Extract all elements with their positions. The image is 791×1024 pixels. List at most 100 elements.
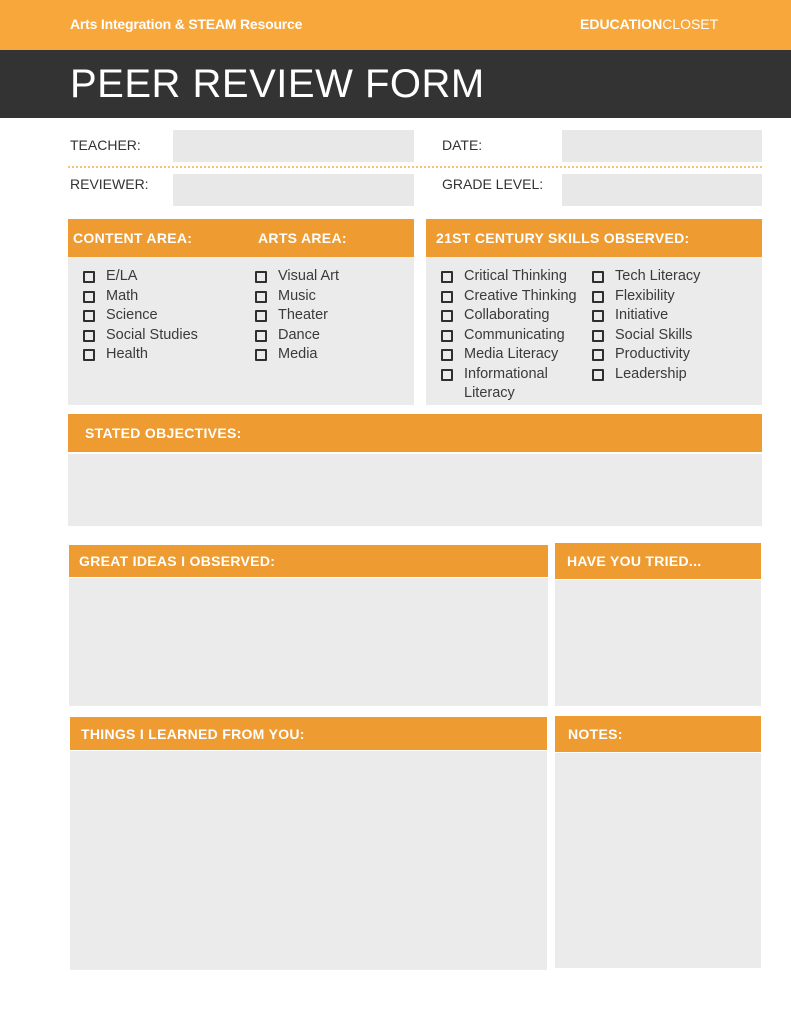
checkbox-label: Leadership — [615, 365, 687, 382]
checkbox-label: Creative Thinking — [464, 287, 577, 304]
checkbox-item[interactable]: Leadership — [592, 365, 700, 385]
checkbox-icon[interactable] — [441, 310, 453, 322]
dotted-divider — [68, 166, 762, 168]
checkbox-icon[interactable] — [255, 290, 267, 303]
arts-area-heading: ARTS AREA: — [258, 230, 347, 246]
checkbox-icon[interactable] — [592, 329, 604, 342]
checkbox-item[interactable]: Dance — [255, 326, 339, 346]
checkbox-icon[interactable] — [83, 310, 95, 322]
checkbox-label: Science — [106, 307, 158, 323]
checkbox-label: Visual Art — [278, 268, 339, 284]
great-ideas-heading: GREAT IDEAS I OBSERVED: — [79, 553, 276, 569]
checkbox-icon[interactable] — [83, 329, 95, 342]
things-learned-heading: THINGS I LEARNED FROM YOU: — [81, 725, 305, 742]
checkbox-label: Health — [106, 346, 148, 362]
checkbox-item[interactable]: Health — [83, 345, 198, 365]
stated-objectives-field[interactable] — [68, 454, 762, 526]
content-area-list: E/LA Math Science Social Studies Health — [83, 267, 198, 365]
checkbox-icon[interactable] — [441, 349, 453, 361]
teacher-label: TEACHER: — [70, 137, 141, 153]
checkbox-icon[interactable] — [83, 349, 95, 361]
checkbox-label: Music — [278, 287, 316, 304]
things-learned-header: THINGS I LEARNED FROM YOU: — [70, 717, 547, 750]
checkbox-icon[interactable] — [441, 329, 453, 342]
reviewer-label: REVIEWER: — [70, 176, 149, 192]
checkbox-label: E/LA — [106, 268, 138, 284]
have-you-tried-field[interactable] — [555, 580, 761, 706]
checkbox-item[interactable]: Flexibility — [592, 287, 700, 307]
checkbox-item[interactable]: Productivity — [592, 345, 700, 365]
checkbox-item[interactable]: Tech Literacy — [592, 267, 700, 287]
checkbox-item[interactable]: Theater — [255, 306, 339, 326]
checkbox-item[interactable]: Initiative — [592, 306, 700, 326]
checkbox-icon[interactable] — [441, 271, 453, 283]
checkbox-item[interactable]: Media — [255, 345, 339, 365]
checkbox-item[interactable]: Creative Thinking — [441, 287, 591, 307]
checkbox-item[interactable]: E/LA — [83, 267, 198, 287]
checkbox-icon[interactable] — [592, 310, 604, 322]
checkbox-label: Social Skills — [615, 326, 693, 343]
stated-objectives-heading: STATED OBJECTIVES: — [85, 425, 242, 441]
content-arts-header: CONTENT AREA: ARTS AREA: — [68, 219, 414, 257]
checkbox-icon[interactable] — [592, 368, 604, 381]
checkbox-label: Flexibility — [615, 287, 675, 304]
checkbox-label: Theater — [278, 307, 328, 323]
checkbox-label: Math — [106, 287, 139, 304]
notes-header: NOTES: — [555, 716, 761, 752]
brand-light: CLOSET — [662, 16, 719, 32]
checkbox-icon[interactable] — [592, 271, 604, 283]
checkbox-icon[interactable] — [592, 349, 604, 361]
date-field[interactable] — [562, 130, 762, 162]
checkbox-icon[interactable] — [592, 290, 604, 303]
date-label: DATE: — [442, 137, 483, 153]
checkbox-icon[interactable] — [255, 349, 267, 361]
things-learned-field[interactable] — [70, 751, 547, 970]
checkbox-icon[interactable] — [83, 271, 95, 283]
checkbox-item[interactable]: Informational Literacy — [441, 365, 569, 404]
stated-objectives-header: STATED OBJECTIVES: — [68, 414, 762, 452]
checkbox-item[interactable]: Critical Thinking — [441, 267, 591, 287]
checkbox-label: Informational Literacy — [464, 365, 548, 402]
checkbox-item[interactable]: Math — [83, 287, 198, 307]
checkbox-label: Collaborating — [464, 307, 550, 323]
brand-bold: EDUCATION — [580, 16, 663, 32]
skills-header: 21ST CENTURY SKILLS OBSERVED: — [426, 219, 762, 257]
checkbox-icon[interactable] — [441, 368, 453, 381]
checkbox-label: Media — [278, 346, 318, 362]
resource-label: Arts Integration & STEAM Resource — [70, 16, 303, 32]
checkbox-item[interactable]: Social Studies — [83, 326, 198, 346]
checkbox-item[interactable]: Media Literacy — [441, 345, 591, 365]
top-banner: Arts Integration & STEAM Resource EDUCAT… — [0, 0, 791, 50]
checkbox-label: Dance — [278, 326, 320, 343]
skills-list-column-1: Critical Thinking Creative Thinking Coll… — [441, 267, 591, 404]
title-bar: PEER REVIEW FORM — [0, 50, 791, 118]
checkbox-label: Media Literacy — [464, 346, 559, 362]
content-area-heading: CONTENT AREA: — [73, 230, 193, 246]
checkbox-label: Productivity — [615, 346, 690, 362]
checkbox-label: Critical Thinking — [464, 268, 567, 284]
checkbox-icon[interactable] — [255, 271, 267, 283]
page-title: PEER REVIEW FORM — [70, 62, 485, 106]
checkbox-item[interactable]: Collaborating — [441, 306, 591, 326]
checkbox-item[interactable]: Communicating — [441, 326, 591, 346]
have-you-tried-heading: HAVE YOU TRIED... — [567, 553, 702, 569]
notes-heading: NOTES: — [568, 726, 623, 742]
brand-logo: EDUCATIONCLOSET — [580, 16, 718, 32]
checkbox-label: Tech Literacy — [615, 268, 701, 284]
checkbox-icon[interactable] — [83, 290, 95, 303]
teacher-field[interactable] — [173, 130, 414, 162]
checkbox-icon[interactable] — [441, 290, 453, 303]
checkbox-icon[interactable] — [255, 310, 267, 322]
checkbox-item[interactable]: Visual Art — [255, 267, 339, 287]
reviewer-field[interactable] — [173, 174, 414, 206]
skills-heading: 21ST CENTURY SKILLS OBSERVED: — [436, 230, 690, 246]
grade-level-field[interactable] — [562, 174, 762, 206]
notes-field[interactable] — [555, 753, 761, 968]
checkbox-item[interactable]: Science — [83, 306, 198, 326]
grade-level-label: GRADE LEVEL: — [442, 176, 544, 192]
checkbox-item[interactable]: Social Skills — [592, 326, 700, 346]
great-ideas-field[interactable] — [69, 578, 548, 706]
checkbox-icon[interactable] — [255, 329, 267, 342]
checkbox-item[interactable]: Music — [255, 287, 339, 307]
checkbox-label: Initiative — [615, 307, 669, 323]
